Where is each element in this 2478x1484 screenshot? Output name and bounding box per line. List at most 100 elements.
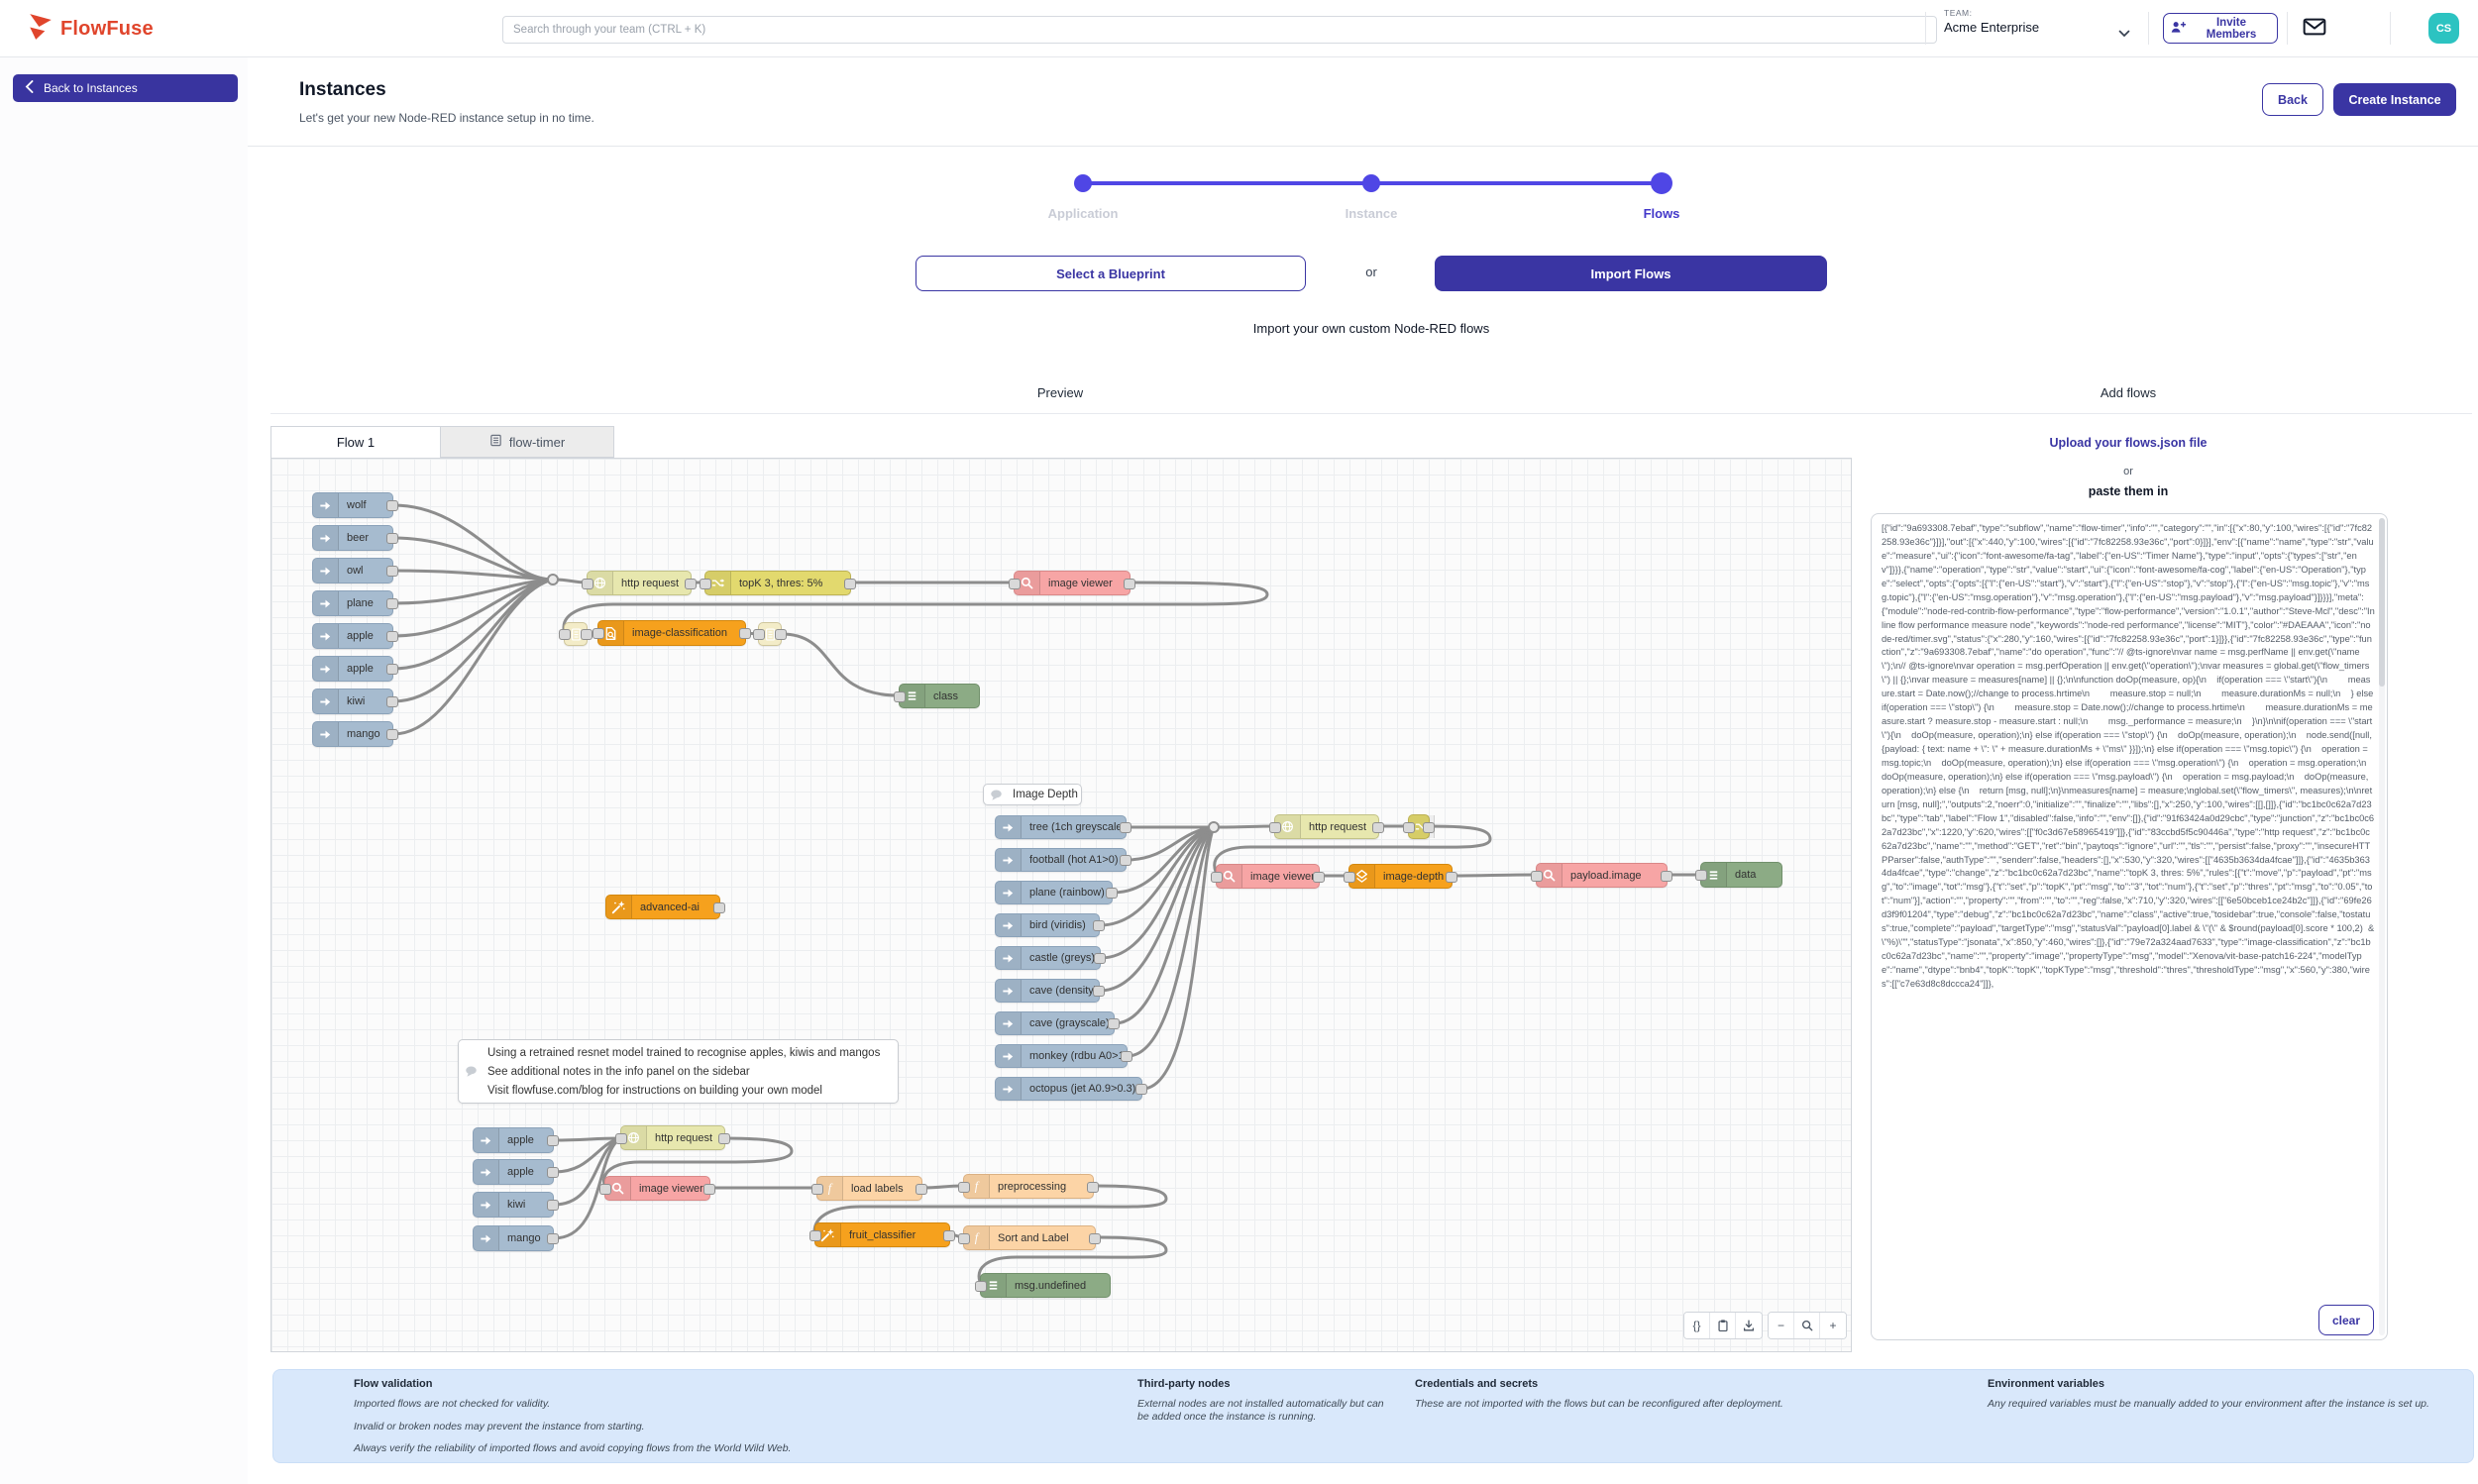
flow-wire (554, 1138, 620, 1140)
import-flows-button[interactable]: Import Flows (1435, 256, 1827, 291)
flow-node-label: mango (339, 722, 392, 746)
or-separator-right: or (1930, 466, 2326, 477)
node-input-port (1403, 822, 1415, 833)
tab-flow-1-label: Flow 1 (337, 435, 375, 450)
info-line: These are not imported with the flows bu… (1415, 1398, 1970, 1411)
flows-json-input[interactable]: [{"id":"9a693308.7ebaf","type":"subflow"… (1872, 514, 2377, 1339)
flow-canvas[interactable]: wolfbeerowlplaneappleapplekiwimangohttp … (270, 458, 1852, 1352)
upload-flows-link[interactable]: Upload your flows.json file (1930, 436, 2326, 450)
brand-name: FlowFuse (60, 18, 154, 41)
flow-node: castle (greys) (995, 946, 1101, 970)
node-output-port (943, 1230, 955, 1241)
copy-clipboard-button[interactable] (1710, 1313, 1736, 1338)
chevron-down-icon[interactable] (2118, 25, 2130, 33)
flow-node: apple (473, 1127, 554, 1153)
back-to-instances-button[interactable]: Back to Instances (13, 74, 238, 102)
divider (2148, 12, 2149, 45)
flow-node-label: apple (339, 624, 392, 648)
flowfuse-logo[interactable]: FlowFuse (28, 13, 154, 46)
view-code-button[interactable]: {} (1684, 1313, 1710, 1338)
team-selector[interactable]: TEAM: Acme Enterprise (1944, 8, 2142, 35)
flow-node-label: owl (339, 559, 392, 583)
mail-button[interactable] (2301, 16, 2328, 40)
flow-node-label: payload.image (1562, 864, 1667, 887)
node-output-port (1120, 855, 1131, 866)
tab-flow-timer[interactable]: flow-timer (441, 426, 614, 458)
zoom-out-button[interactable]: − (1769, 1313, 1794, 1338)
stepper-dot-application[interactable] (1074, 174, 1092, 192)
flow-node: apple (312, 656, 393, 682)
info-col-third-party: Third-party nodes External nodes are not… (1137, 1378, 1397, 1433)
flow-node: image viewer (1216, 864, 1320, 889)
zoom-in-button[interactable]: + (1820, 1313, 1846, 1338)
node-output-port (386, 533, 398, 544)
flow-node-label: image-depth (1375, 865, 1452, 888)
flow-node-label: castle (greys) (1022, 947, 1100, 969)
flow-node: cave (density) (995, 979, 1100, 1003)
flow-node-label: msg.undefined (1007, 1274, 1110, 1297)
node-output-port (1423, 822, 1435, 833)
flowfuse-logo-icon (28, 13, 54, 46)
flow-node-label: beer (339, 526, 392, 550)
stepper-dot-instance[interactable] (1362, 174, 1380, 192)
search-input[interactable] (502, 16, 1937, 44)
flow-node-label: apple (499, 1160, 553, 1184)
zoom-reset-button[interactable] (1794, 1313, 1820, 1338)
main-content: Instances Let's get your new Node-RED in… (248, 57, 2478, 1484)
download-button[interactable] (1736, 1313, 1762, 1338)
node-output-port (386, 729, 398, 740)
info-title: Credentials and secrets (1415, 1378, 1970, 1390)
node-input-port (753, 629, 765, 640)
node-input-port (894, 691, 906, 702)
flow-comment: Image Depth (983, 784, 1082, 805)
scrollbar[interactable] (2379, 518, 2385, 1335)
info-line: Imported flows are not checked for valid… (354, 1398, 1117, 1411)
node-output-port (581, 629, 593, 640)
canvas-toolbar-zoom: − + (1768, 1312, 1847, 1339)
stepper-dot-flows[interactable] (1651, 172, 1672, 194)
svg-text:f: f (975, 1180, 980, 1194)
flow-node: http request (587, 571, 692, 595)
node-input-port (811, 1184, 823, 1195)
select-blueprint-button[interactable]: Select a Blueprint (916, 256, 1306, 291)
chevron-left-icon (25, 80, 34, 96)
flow-wire (1216, 826, 1274, 827)
preview-title: Preview (961, 385, 1159, 400)
left-sidebar: Back to Instances (0, 57, 249, 1484)
node-input-port (809, 1230, 821, 1241)
node-output-port (1094, 953, 1106, 964)
flow-node-label: cave (density) (1022, 980, 1099, 1002)
tab-flow-1[interactable]: Flow 1 (270, 426, 441, 458)
flow-node: image-classification (597, 620, 746, 646)
node-output-port (1313, 872, 1325, 883)
flows-json-wrap: [{"id":"9a693308.7ebaf","type":"subflow"… (1871, 513, 2388, 1340)
create-instance-button[interactable]: Create Instance (2333, 83, 2456, 116)
scrollbar-thumb[interactable] (2379, 518, 2385, 687)
node-output-port (386, 500, 398, 511)
clear-button[interactable]: clear (2318, 1305, 2374, 1335)
node-input-port (958, 1233, 970, 1244)
user-avatar[interactable]: CS (2428, 13, 2459, 44)
team-label: TEAM: (1944, 8, 2142, 18)
flow-node: fpreprocessing (963, 1174, 1094, 1199)
import-caption: Import your own custom Node-RED flows (1124, 321, 1619, 336)
flow-node: msg.undefined (980, 1273, 1111, 1298)
info-panel: Flow validation Imported flows are not c… (272, 1369, 2474, 1463)
node-output-port (1124, 579, 1135, 589)
node-output-port (386, 664, 398, 675)
info-title: Flow validation (354, 1378, 1117, 1390)
node-output-port (1087, 1182, 1099, 1193)
back-button[interactable]: Back (2262, 83, 2323, 116)
flow-node-label: apple (339, 657, 392, 681)
node-input-port (615, 1133, 627, 1144)
node-input-port (1269, 822, 1281, 833)
node-input-port (1695, 870, 1707, 881)
node-input-port (1211, 872, 1223, 883)
node-input-port (975, 1281, 987, 1292)
flow-node: mango (312, 721, 393, 747)
flow-node: plane (312, 590, 393, 616)
inject-arrow-icon (313, 493, 339, 517)
flow-node: apple (473, 1159, 554, 1185)
flow-node-label: tree (1ch greyscale) (1022, 816, 1126, 838)
invite-members-button[interactable]: Invite Members (2163, 13, 2278, 44)
